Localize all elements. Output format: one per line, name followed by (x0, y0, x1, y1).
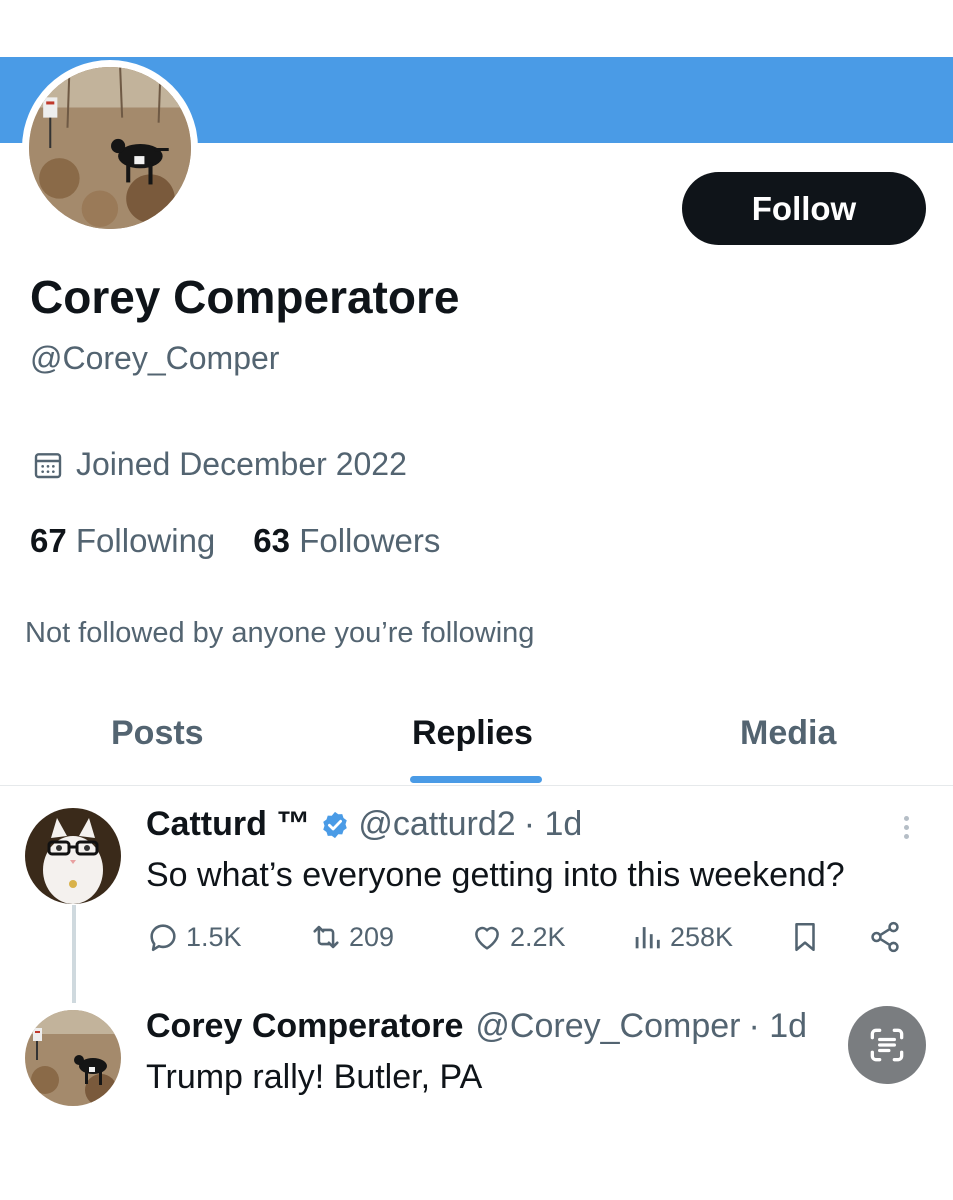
tab-posts[interactable]: Posts (111, 714, 204, 753)
not-followed-note: Not followed by anyone you’re following (25, 617, 535, 649)
tab-replies[interactable]: Replies (412, 714, 533, 753)
repost-icon (313, 925, 339, 949)
following-link[interactable]: 67 Following (30, 522, 215, 560)
reply-header: Corey Comperatore @Corey_Comper · 1d (146, 1007, 807, 1046)
share-icon (871, 921, 899, 953)
text-scan-icon (870, 1028, 904, 1062)
views-chart-icon (635, 927, 660, 949)
reply-button[interactable]: 1.5K (146, 920, 242, 954)
thread-connector (72, 905, 76, 1003)
active-tab-indicator (410, 776, 542, 783)
tab-media[interactable]: Media (740, 714, 836, 753)
joined-text: Joined December 2022 (76, 446, 407, 482)
text-scan-button[interactable] (848, 1006, 926, 1084)
followers-label: Followers (299, 522, 441, 559)
like-count: 2.2K (510, 921, 566, 952)
reply-author-avatar[interactable] (25, 1010, 121, 1106)
joined-date: Joined December 2022 (32, 446, 407, 483)
profile-handle: @Corey_Comper (30, 340, 280, 376)
followers-count: 63 (253, 522, 291, 559)
bookmark-icon (795, 922, 815, 952)
tweet-actions: 1.5K 209 2.2K 258K (146, 920, 916, 964)
follow-stats: 67 Following 63 Followers (30, 522, 440, 560)
tweet-header: Catturd ™ @catturd2 · 1d (146, 805, 582, 844)
follow-button[interactable]: Follow (682, 172, 926, 245)
bookmark-button[interactable] (788, 920, 822, 954)
views-count: 258K (670, 921, 734, 952)
reply-author-name[interactable]: Corey Comperatore (146, 1007, 463, 1046)
tweet-author-name[interactable]: Catturd ™ (146, 805, 310, 844)
views-button[interactable]: 258K (630, 920, 733, 954)
repost-button[interactable]: 209 (309, 920, 394, 954)
tweet-text: So what’s everyone getting into this wee… (146, 856, 845, 894)
profile-tabs: Posts Replies Media (0, 700, 953, 786)
verified-badge-icon (323, 811, 348, 838)
like-button[interactable]: 2.2K (470, 920, 566, 954)
tweet-author-handle[interactable]: @catturd2 (358, 805, 515, 844)
reply-count: 1.5K (186, 921, 242, 952)
profile-name: Corey Comperatore (30, 271, 460, 323)
followers-link[interactable]: 63 Followers (253, 522, 440, 560)
share-button[interactable] (868, 920, 902, 954)
tweet-author-avatar[interactable] (25, 808, 121, 904)
heart-icon (475, 926, 499, 950)
reply-icon (150, 924, 176, 952)
more-vertical-icon[interactable] (896, 812, 916, 846)
reply-author-handle[interactable]: @Corey_Comper (475, 1007, 740, 1046)
profile-avatar[interactable] (22, 60, 198, 236)
reply-time[interactable]: · 1d (748, 1007, 807, 1046)
following-count: 67 (30, 522, 67, 559)
following-label: Following (75, 522, 216, 559)
reply-text: Trump rally! Butler, PA (146, 1058, 483, 1096)
calendar-icon (34, 452, 62, 478)
tweet-time[interactable]: · 1d (524, 805, 583, 844)
repost-count: 209 (349, 921, 395, 952)
